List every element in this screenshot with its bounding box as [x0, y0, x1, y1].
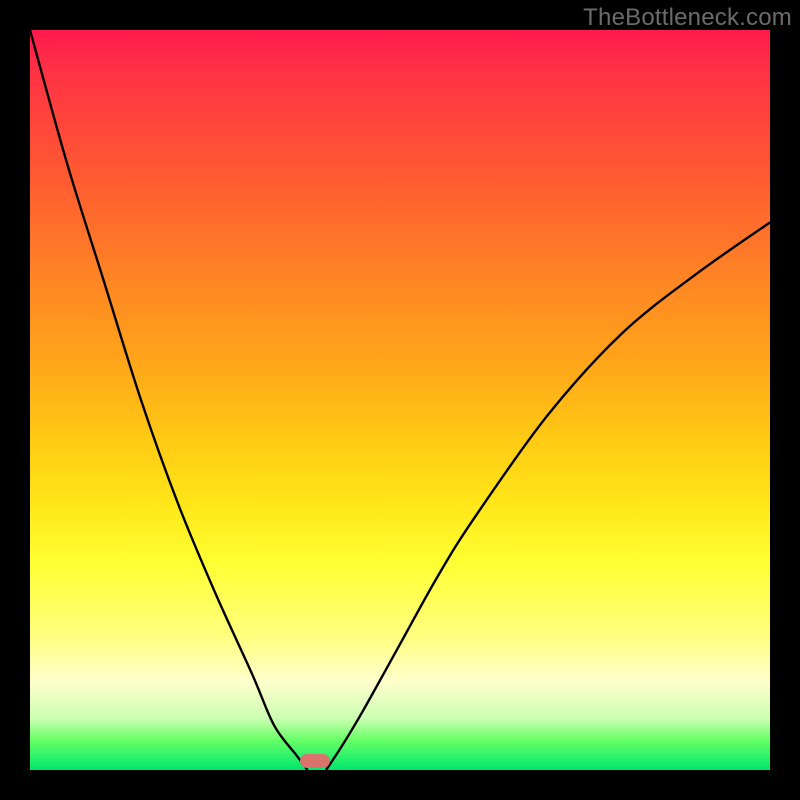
optimal-range-marker — [300, 754, 330, 768]
chart-frame: TheBottleneck.com — [0, 0, 800, 800]
curve-left-branch — [30, 30, 308, 770]
watermark-text: TheBottleneck.com — [583, 4, 792, 32]
bottleneck-curve — [30, 30, 770, 770]
curve-right-branch — [326, 222, 770, 770]
plot-area — [30, 30, 770, 770]
